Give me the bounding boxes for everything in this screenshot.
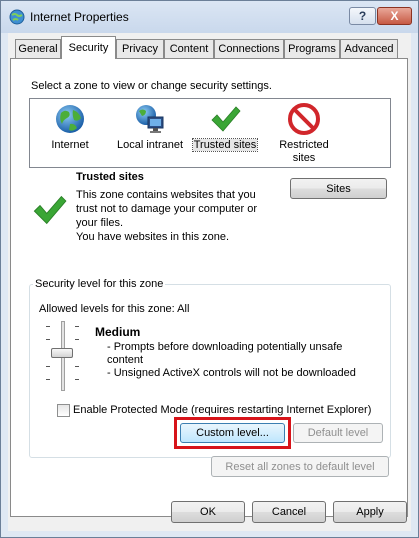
close-button[interactable]: X	[377, 7, 412, 25]
zone-title: Trusted sites	[76, 171, 144, 183]
security-level-bullet: content	[107, 354, 144, 366]
slider-tick	[75, 366, 79, 367]
slider-tick	[46, 366, 50, 367]
intranet-icon	[136, 105, 164, 133]
tab-general[interactable]: General	[15, 39, 61, 58]
globe-icon	[56, 105, 84, 133]
window-title: Internet Properties	[30, 10, 129, 24]
zone-description-line: You have websites in this zone.	[76, 231, 230, 243]
slider-tick	[75, 379, 79, 380]
zone-label: Restricted sites	[279, 139, 329, 164]
tab-advanced[interactable]: Advanced	[340, 39, 398, 58]
custom-level-button[interactable]: Custom level...	[180, 423, 285, 443]
cancel-button[interactable]: Cancel	[252, 501, 326, 523]
security-level-group-title: Security level for this zone	[33, 278, 166, 290]
default-level-button[interactable]: Default level	[293, 423, 383, 443]
ok-button[interactable]: OK	[171, 501, 245, 523]
tab-connections[interactable]: Connections	[214, 39, 284, 58]
sites-button[interactable]: Sites	[290, 178, 387, 199]
security-level-bullet: - Unsigned ActiveX controls will not be …	[107, 367, 356, 379]
apply-button[interactable]: Apply	[333, 501, 407, 523]
help-button[interactable]: ?	[349, 7, 376, 25]
tab-privacy[interactable]: Privacy	[116, 39, 164, 58]
slider-tick	[75, 339, 79, 340]
zone-label: Trusted sites	[191, 138, 259, 152]
security-tab-panel: Select a zone to view or change security…	[10, 58, 408, 517]
zone-trusted-sites[interactable]: Trusted sites	[185, 101, 265, 152]
allowed-levels-label: Allowed levels for this zone: All	[39, 303, 190, 315]
dialog-client-area: General Security Privacy Content Connect…	[8, 33, 411, 531]
slider-tick	[75, 326, 79, 327]
tab-security[interactable]: Security	[61, 36, 116, 59]
protected-mode-label[interactable]: Enable Protected Mode (requires restarti…	[73, 404, 371, 416]
slider-tick	[46, 379, 50, 380]
internet-options-icon	[9, 9, 25, 25]
internet-properties-window: Internet Properties ? X General Security…	[0, 0, 419, 538]
zone-internet[interactable]: Internet	[30, 101, 110, 152]
slider-tick	[46, 339, 50, 340]
tab-content[interactable]: Content	[164, 39, 214, 58]
no-entry-icon	[288, 103, 320, 135]
slider-tick	[46, 326, 50, 327]
checkmark-icon	[211, 106, 241, 132]
protected-mode-checkbox[interactable]	[57, 404, 70, 417]
zone-label: Internet	[51, 139, 89, 151]
title-bar[interactable]: Internet Properties ? X	[1, 1, 418, 33]
zone-description-line: your files.	[76, 217, 124, 229]
zone-prompt: Select a zone to view or change security…	[31, 80, 272, 92]
security-level-slider-thumb[interactable]	[51, 348, 73, 358]
zone-restricted-sites[interactable]: Restricted sites	[264, 101, 344, 165]
zone-local-intranet[interactable]: Local intranet	[110, 101, 190, 152]
security-level-bullet: - Prompts before downloading potentially…	[107, 341, 343, 353]
zone-label: Local intranet	[116, 139, 184, 151]
zone-description-line: This zone contains websites that you	[76, 189, 256, 201]
checkmark-icon	[33, 195, 67, 225]
security-level-name: Medium	[95, 325, 141, 339]
zone-description-line: trust not to damage your computer or	[76, 203, 257, 215]
tab-programs[interactable]: Programs	[284, 39, 340, 58]
reset-all-zones-button[interactable]: Reset all zones to default level	[211, 456, 389, 477]
zone-list: Internet Local intranet Trusted sites Re…	[29, 98, 391, 168]
